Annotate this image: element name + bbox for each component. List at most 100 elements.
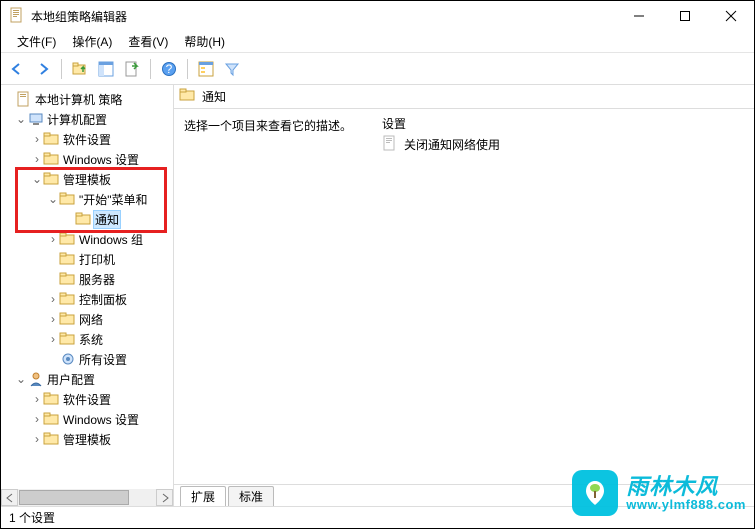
maximize-button[interactable] [662, 1, 708, 31]
tree-cc-ctrlpanel[interactable]: › 控制面板 [1, 289, 173, 309]
tree-uc-admin[interactable]: › 管理模板 [1, 429, 173, 449]
tree-label: 控制面板 [77, 291, 129, 308]
list-item-label: 关闭通知网络使用 [404, 136, 500, 153]
tree-label: Windows 设置 [61, 151, 141, 168]
properties-button[interactable] [194, 57, 218, 81]
user-icon [27, 371, 45, 387]
folder-icon [43, 432, 61, 446]
tree-cc-software[interactable]: › 软件设置 [1, 129, 173, 149]
expand-icon[interactable]: › [47, 232, 59, 246]
tree-label: 通知 [93, 210, 121, 229]
expand-icon[interactable]: › [47, 292, 59, 306]
tab-extended[interactable]: 扩展 [180, 486, 226, 506]
toolbar-separator [187, 59, 188, 79]
export-button[interactable] [120, 57, 144, 81]
up-button[interactable] [68, 57, 92, 81]
tab-standard[interactable]: 标准 [228, 486, 274, 506]
description-text: 选择一个项目来查看它的描述。 [184, 119, 352, 133]
tree-user-config[interactable]: ⌄ 用户配置 [1, 369, 173, 389]
menu-file[interactable]: 文件(F) [9, 31, 64, 52]
folder-icon [43, 152, 61, 166]
tree-computer-config[interactable]: ⌄ 计算机配置 [1, 109, 173, 129]
folder-icon [59, 232, 77, 246]
titlebar: 本地组策略编辑器 [1, 1, 754, 31]
expand-icon[interactable]: › [47, 332, 59, 346]
tree-uc-windows[interactable]: › Windows 设置 [1, 409, 173, 429]
folder-icon [75, 212, 93, 226]
folder-icon [43, 412, 61, 426]
detail-body: 选择一个项目来查看它的描述。 设置 关闭通知网络使用 [174, 109, 754, 484]
show-hide-tree-button[interactable] [94, 57, 118, 81]
detail-tabs: 扩展 标准 [174, 484, 754, 506]
list-item[interactable]: 关闭通知网络使用 [374, 134, 754, 154]
folder-icon [59, 292, 77, 306]
scroll-track[interactable] [18, 489, 156, 506]
tree-cc-network[interactable]: › 网络 [1, 309, 173, 329]
folder-icon [59, 252, 77, 266]
collapse-icon[interactable]: ⌄ [15, 112, 27, 126]
scroll-right-button[interactable] [156, 489, 173, 506]
svg-text:?: ? [166, 62, 173, 76]
menu-action[interactable]: 操作(A) [64, 31, 120, 52]
tree-label: 软件设置 [61, 391, 113, 408]
workarea: ▸ 本地计算机 策略 ⌄ 计算机配置 › 软件设置 › Windows 设置 ⌄ [1, 85, 754, 506]
tree-label: 网络 [77, 311, 105, 328]
forward-button[interactable] [31, 57, 55, 81]
collapse-icon[interactable]: ⌄ [15, 372, 27, 386]
folder-icon [180, 88, 196, 105]
detail-list[interactable]: 设置 关闭通知网络使用 [374, 109, 754, 484]
expand-icon[interactable]: › [47, 312, 59, 326]
app-icon [9, 7, 25, 26]
folder-icon [59, 192, 77, 206]
toolbar: ? [1, 53, 754, 85]
tree-label: 用户配置 [45, 371, 97, 388]
collapse-icon[interactable]: ⌄ [47, 192, 59, 206]
tree-cc-system[interactable]: › 系统 [1, 329, 173, 349]
tree[interactable]: ▸ 本地计算机 策略 ⌄ 计算机配置 › 软件设置 › Windows 设置 ⌄ [1, 85, 173, 453]
tree-uc-software[interactable]: › 软件设置 [1, 389, 173, 409]
column-header-setting[interactable]: 设置 [374, 113, 754, 134]
tree-horizontal-scrollbar[interactable] [1, 489, 173, 506]
tree-cc-start[interactable]: ⌄ "开始"菜单和 [1, 189, 173, 209]
expand-icon[interactable]: › [31, 392, 43, 406]
filter-button[interactable] [220, 57, 244, 81]
folder-icon [59, 312, 77, 326]
tree-root[interactable]: ▸ 本地计算机 策略 [1, 89, 173, 109]
scroll-left-button[interactable] [1, 489, 18, 506]
tree-cc-all[interactable]: › 所有设置 [1, 349, 173, 369]
scroll-thumb[interactable] [19, 490, 129, 505]
tree-label: 管理模板 [61, 431, 113, 448]
close-button[interactable] [708, 1, 754, 31]
help-button[interactable]: ? [157, 57, 181, 81]
tree-label: Windows 设置 [61, 411, 141, 428]
expand-icon[interactable]: › [31, 152, 43, 166]
collapse-icon[interactable]: ⌄ [31, 172, 43, 186]
tree-cc-admin[interactable]: ⌄ 管理模板 [1, 169, 173, 189]
menu-view[interactable]: 查看(V) [120, 31, 176, 52]
expand-icon[interactable]: › [31, 132, 43, 146]
folder-icon [43, 132, 61, 146]
policy-icon [15, 91, 33, 107]
expand-icon[interactable]: › [31, 412, 43, 426]
back-button[interactable] [5, 57, 29, 81]
tree-cc-server[interactable]: › 服务器 [1, 269, 173, 289]
computer-icon [27, 111, 45, 127]
tree-label: 管理模板 [61, 171, 113, 188]
menubar: 文件(F) 操作(A) 查看(V) 帮助(H) [1, 31, 754, 53]
tree-cc-printer[interactable]: › 打印机 [1, 249, 173, 269]
expand-icon[interactable]: › [31, 432, 43, 446]
toolbar-separator [150, 59, 151, 79]
tree-label: 服务器 [77, 271, 117, 288]
status-text: 1 个设置 [9, 509, 55, 526]
tree-cc-wincomp[interactable]: › Windows 组 [1, 229, 173, 249]
policy-item-icon [382, 135, 398, 154]
tree-pane: ▸ 本地计算机 策略 ⌄ 计算机配置 › 软件设置 › Windows 设置 ⌄ [1, 85, 174, 506]
toolbar-separator [61, 59, 62, 79]
tree-cc-notify[interactable]: › 通知 [1, 209, 173, 229]
menu-help[interactable]: 帮助(H) [176, 31, 233, 52]
detail-header: 通知 [174, 85, 754, 109]
tree-cc-windows[interactable]: › Windows 设置 [1, 149, 173, 169]
minimize-button[interactable] [616, 1, 662, 31]
folder-icon [43, 392, 61, 406]
window-title: 本地组策略编辑器 [31, 8, 616, 25]
